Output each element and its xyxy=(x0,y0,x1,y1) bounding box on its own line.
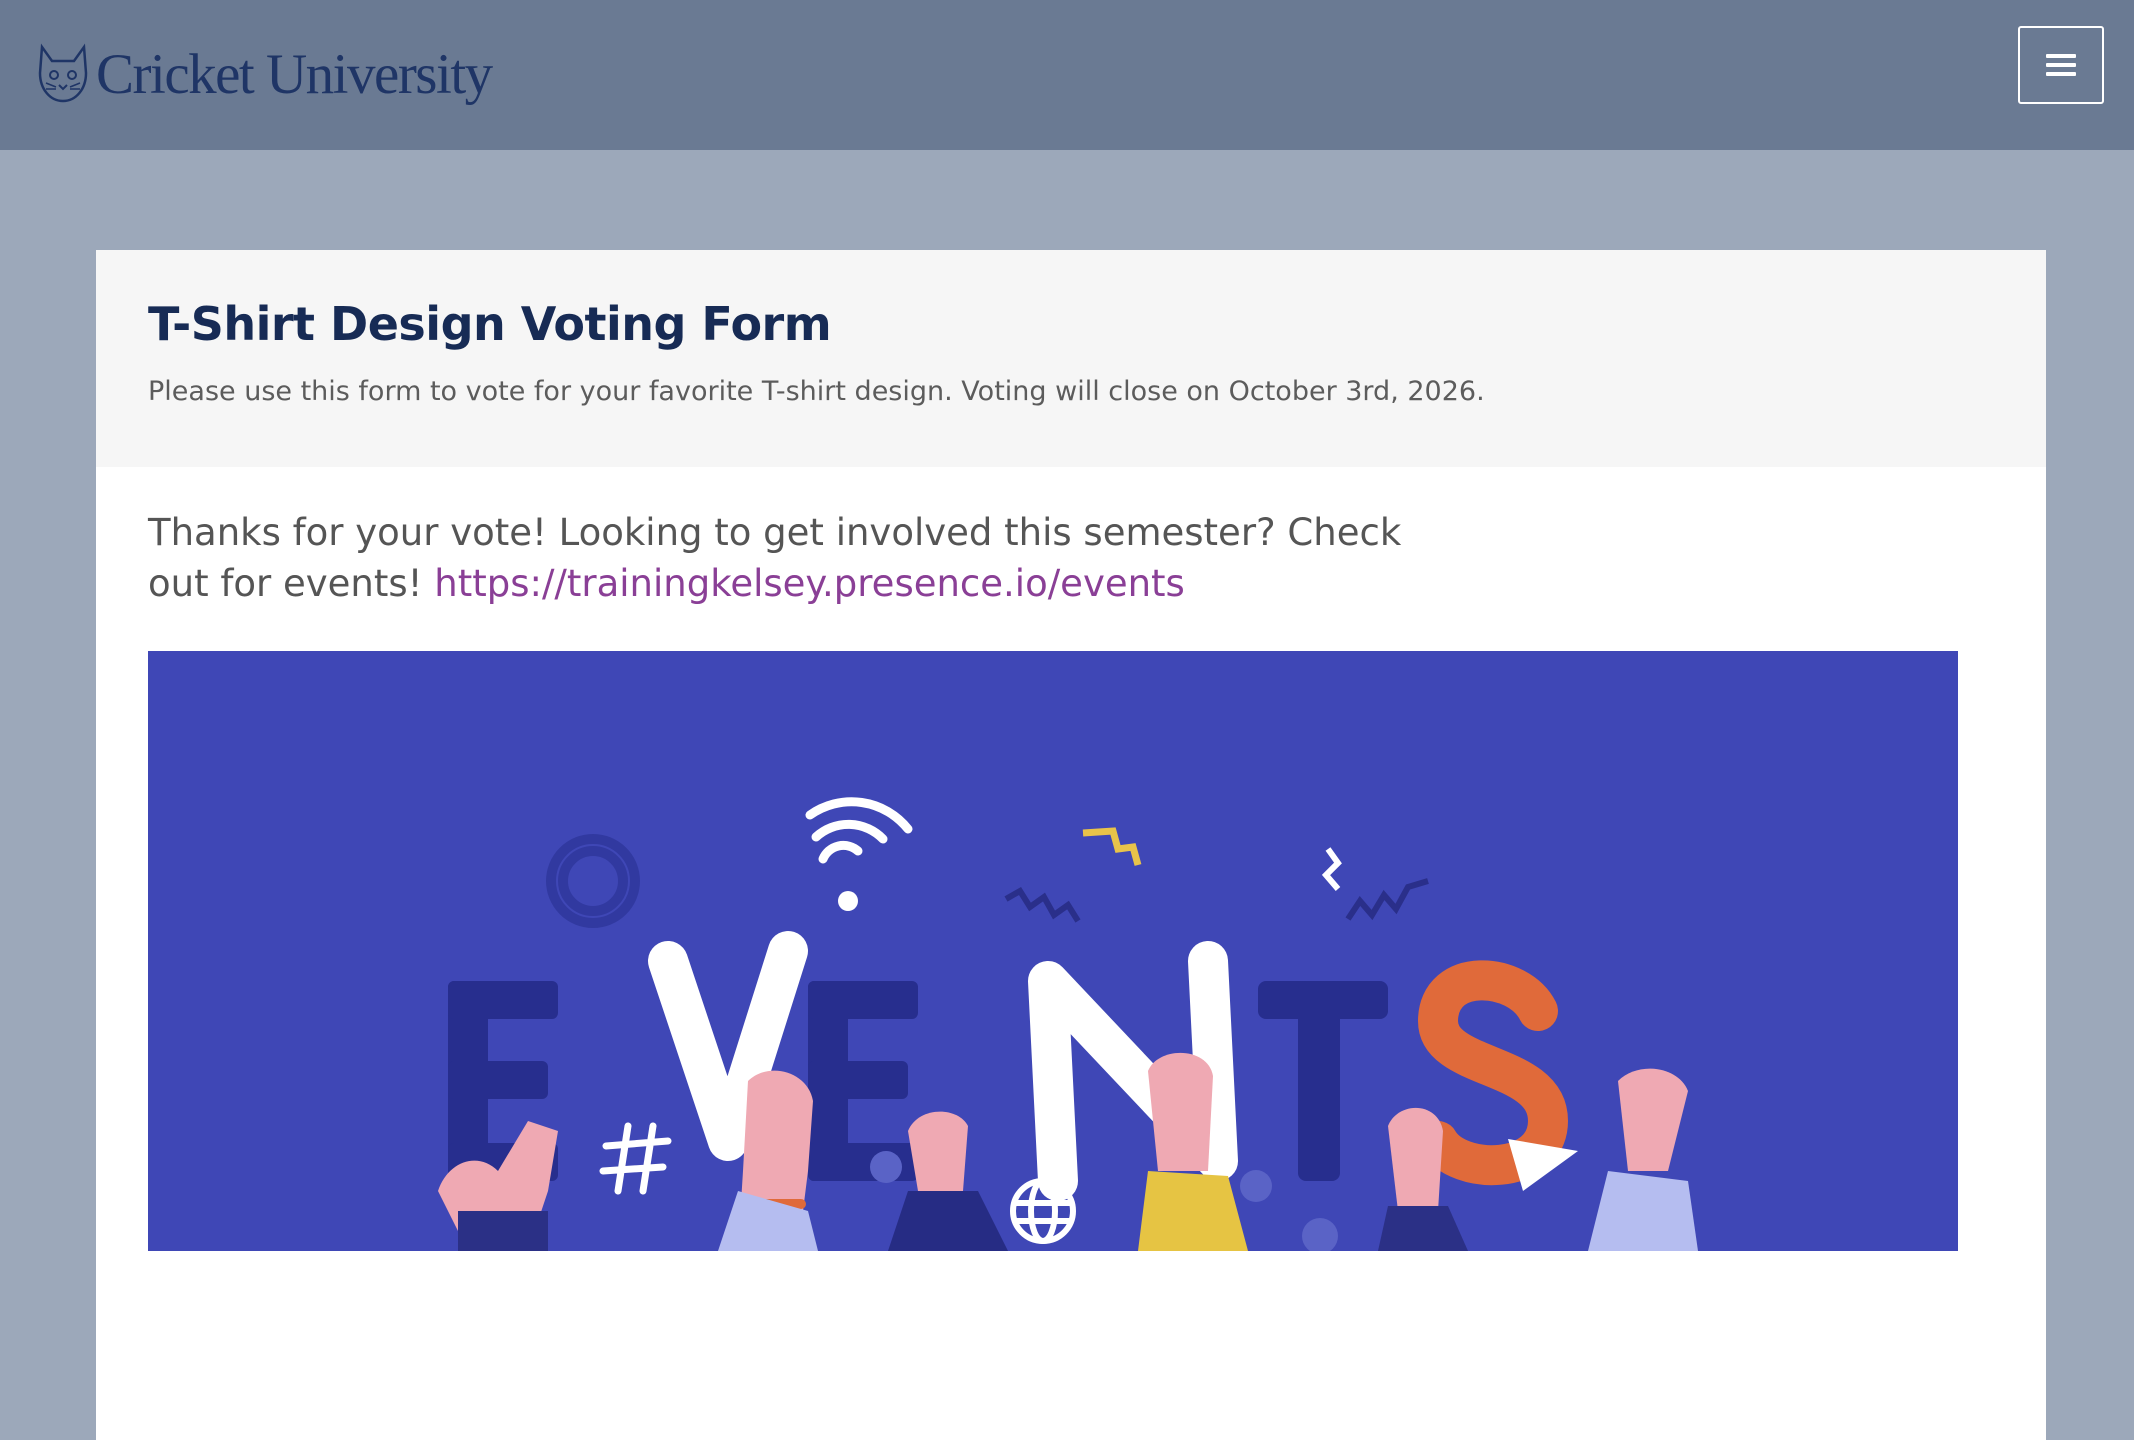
gear-icon xyxy=(546,834,640,928)
wildcat-mascot-icon xyxy=(38,43,88,103)
menu-button[interactable] xyxy=(2018,26,2104,104)
logo-text: Cricket University xyxy=(96,42,493,106)
squiggle-yellow xyxy=(1082,827,1142,866)
letter-e-2 xyxy=(808,981,918,1181)
form-title: T-Shirt Design Voting Form xyxy=(148,297,832,351)
squiggle-dark-right xyxy=(1345,878,1429,921)
wifi-icon xyxy=(805,797,913,911)
squiggle-white xyxy=(1321,847,1342,891)
events-link[interactable]: https://trainingkelsey.presence.io/event… xyxy=(434,562,1185,605)
top-navigation-bar: Cricket University xyxy=(0,0,2134,150)
letter-t xyxy=(1258,981,1388,1181)
form-body: Thanks for your vote! Looking to get inv… xyxy=(96,467,2046,1251)
form-card: T-Shirt Design Voting Form Please use th… xyxy=(96,250,2046,1440)
events-banner-image xyxy=(148,651,1958,1251)
form-description: Please use this form to vote for your fa… xyxy=(148,376,1485,407)
play-icon xyxy=(1508,1139,1578,1191)
hamburger-menu-icon xyxy=(2046,49,2076,81)
squiggle-dark xyxy=(1004,886,1081,923)
university-logo[interactable]: Cricket University xyxy=(36,38,493,110)
form-header: T-Shirt Design Voting Form Please use th… xyxy=(96,250,2046,467)
hashtag-icon xyxy=(599,1122,672,1195)
letter-s xyxy=(1417,960,1569,1186)
confirmation-message: Thanks for your vote! Looking to get inv… xyxy=(148,507,1428,609)
